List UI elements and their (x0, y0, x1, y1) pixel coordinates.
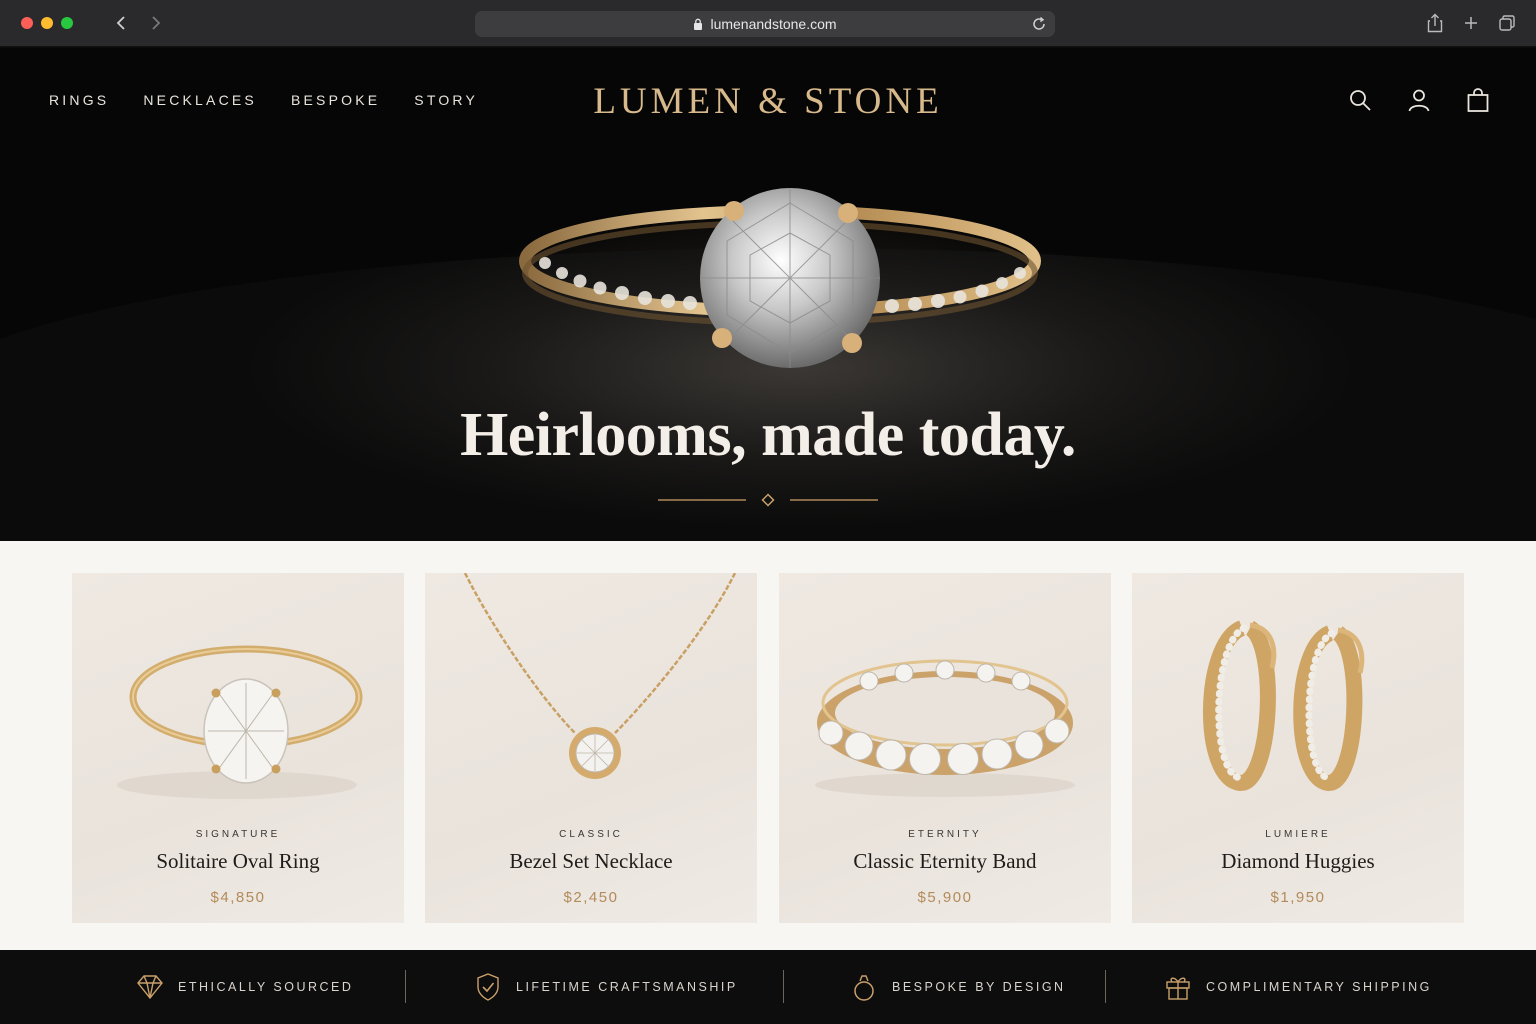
account-icon[interactable] (1407, 88, 1431, 112)
hero-section: RINGS NECKLACES BESPOKE STORY LUMEN & ST… (0, 48, 1536, 541)
product-card[interactable]: CLASSIC Bezel Set Necklace $2,450 (425, 573, 757, 923)
product-name[interactable]: Diamond Huggies (1132, 849, 1464, 874)
benefit-label: BESPOKE BY DESIGN (892, 980, 1066, 994)
product-category: ETERNITY (908, 829, 982, 840)
product-image-huggies (1203, 620, 1365, 791)
share-icon[interactable] (1426, 13, 1444, 33)
product-category: CLASSIC (559, 829, 623, 840)
brand-logo[interactable]: LUMEN & STONE (0, 80, 1536, 123)
benefit-label: COMPLIMENTARY SHIPPING (1206, 980, 1432, 994)
tabs-icon[interactable] (1498, 13, 1516, 33)
product-category: SIGNATURE (195, 829, 281, 840)
close-window-button[interactable] (21, 17, 33, 29)
benefit-divider (783, 970, 784, 1003)
product-name[interactable]: Bezel Set Necklace (425, 849, 757, 874)
hero-ring-image (519, 188, 1041, 368)
benefits-strip: ETHICALLY SOURCED LIFETIME CRAFTSMANSHIP… (0, 950, 1536, 1024)
product-card[interactable]: LUMIERE Diamond Huggies $1,950 (1132, 573, 1464, 923)
reload-icon[interactable] (1031, 16, 1047, 32)
diamond-icon (136, 972, 164, 1002)
lock-icon (693, 18, 703, 30)
product-category: LUMIERE (1265, 829, 1331, 840)
ring-icon (850, 972, 878, 1002)
benefit-bespoke-by-design: BESPOKE BY DESIGN (850, 972, 1066, 1002)
address-bar[interactable]: lumenandstone.com (475, 11, 1055, 37)
new-tab-icon[interactable] (1462, 13, 1480, 33)
benefit-ethically-sourced: ETHICALLY SOURCED (136, 972, 353, 1002)
product-price: $4,850 (210, 889, 266, 906)
benefit-label: ETHICALLY SOURCED (178, 980, 354, 994)
product-price: $2,450 (563, 889, 619, 906)
search-icon[interactable] (1348, 88, 1372, 112)
product-image-eternity-band (815, 659, 1075, 797)
url-text: lumenandstone.com (710, 16, 837, 32)
browser-toolbar: lumenandstone.com (0, 0, 1536, 47)
hero-headline: Heirlooms, made today. (460, 401, 1076, 469)
window-controls (21, 17, 73, 29)
ornament-divider (658, 493, 878, 507)
benefit-divider (1105, 970, 1106, 1003)
gift-icon (1164, 972, 1192, 1002)
product-card[interactable]: ETERNITY Classic Eternity Band $5,900 (779, 573, 1111, 923)
maximize-window-button[interactable] (61, 17, 73, 29)
benefit-lifetime-craftsmanship: LIFETIME CRAFTSMANSHIP (474, 972, 738, 1002)
bag-icon[interactable] (1466, 88, 1490, 112)
benefit-complimentary-shipping: COMPLIMENTARY SHIPPING (1164, 972, 1432, 1002)
back-icon[interactable] (111, 12, 133, 34)
benefit-divider (405, 970, 406, 1003)
forward-icon[interactable] (144, 12, 166, 34)
product-name[interactable]: Classic Eternity Band (779, 849, 1111, 874)
product-image-oval-ring (117, 645, 363, 799)
shield-check-icon (474, 972, 502, 1002)
product-price: $5,900 (917, 889, 973, 906)
product-grid: SIGNATURE Solitaire Oval Ring $4,850 CLA… (0, 541, 1536, 950)
product-card[interactable]: SIGNATURE Solitaire Oval Ring $4,850 (72, 573, 404, 923)
product-image-bezel-necklace (463, 573, 737, 779)
product-name[interactable]: Solitaire Oval Ring (72, 849, 404, 874)
product-price: $1,950 (1270, 889, 1326, 906)
minimize-window-button[interactable] (41, 17, 53, 29)
benefit-label: LIFETIME CRAFTSMANSHIP (516, 980, 738, 994)
